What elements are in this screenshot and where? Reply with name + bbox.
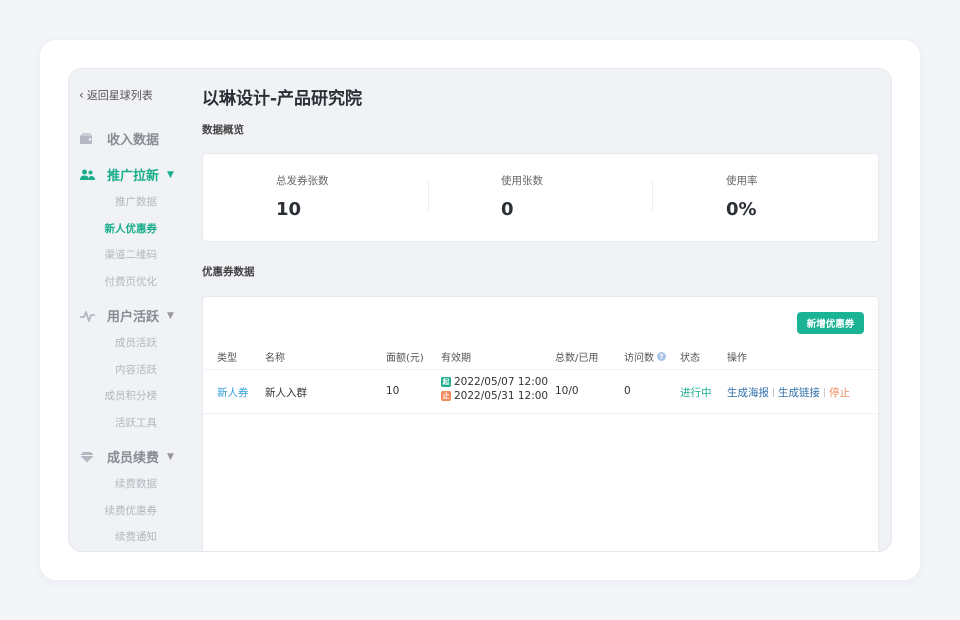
sidebar-section-activity[interactable]: 用户活跃 ▼ xyxy=(79,306,174,325)
divider xyxy=(652,180,653,212)
sidebar-item-points-ranking[interactable]: 成员积分榜 xyxy=(69,388,189,403)
sidebar-section-label: 成员续费 xyxy=(107,451,160,466)
cell-visits: 0 xyxy=(624,385,631,397)
validity-start: 起 2022/05/07 12:00 xyxy=(441,376,549,388)
sidebar-item-channel-qrcode[interactable]: 渠道二维码 xyxy=(69,247,189,262)
validity-end: 止 2022/05/31 12:00 xyxy=(441,390,549,402)
column-header-status: 状态 xyxy=(680,353,700,364)
coupon-panel: 新增优惠券 类型 名称 面额(元) 有效期 总数/已用 访问数 ? 状态 操作 … xyxy=(202,296,879,551)
sidebar-section-label: 推广拉新 xyxy=(107,169,160,184)
sidebar-item-content-activity[interactable]: 内容活跃 xyxy=(69,362,189,377)
cell-total-used: 10/0 xyxy=(555,385,579,397)
sidebar-section-income[interactable]: 收入数据 xyxy=(79,129,159,148)
overview-card: 总发券张数 10 使用张数 0 使用率 0% xyxy=(202,153,879,242)
generate-poster-link[interactable]: 生成海报 xyxy=(727,385,769,400)
app-window: ‹ 返回星球列表 收入数据 推广拉新 ▼ 推广数据 新人优惠券 渠道二维码 付费… xyxy=(68,68,892,552)
page-title: 以琳设计-产品研究院 xyxy=(202,89,363,109)
caret-down-icon: ▼ xyxy=(167,451,174,462)
cell-validity: 起 2022/05/07 12:00 止 2022/05/31 12:00 xyxy=(441,376,548,402)
stat-label: 使用率 xyxy=(726,175,758,187)
end-date-icon: 止 xyxy=(441,391,451,401)
table-row: 新人券 新人入群 10 起 2022/05/07 12:00 止 2022/05… xyxy=(203,369,878,414)
sidebar-item-promo-data[interactable]: 推广数据 xyxy=(69,194,189,209)
cell-name: 新人入群 xyxy=(265,387,307,399)
coupon-section-label: 优惠券数据 xyxy=(202,266,255,278)
sidebar-item-new-user-coupon[interactable]: 新人优惠券 xyxy=(69,221,189,236)
sidebar-item-renewal-coupon[interactable]: 续费优惠券 xyxy=(69,503,189,518)
column-header-visits: 访问数 ? xyxy=(624,349,666,364)
sidebar-section-label: 用户活跃 xyxy=(107,310,160,325)
separator: | xyxy=(772,387,776,398)
sidebar-section-label: 收入数据 xyxy=(107,133,160,148)
back-to-list-link[interactable]: ‹ 返回星球列表 xyxy=(79,87,153,103)
cell-amount: 10 xyxy=(386,385,400,397)
stat-value: 0% xyxy=(726,199,757,220)
overview-section-label: 数据概览 xyxy=(202,124,244,136)
stat-value: 0 xyxy=(501,199,514,220)
stop-coupon-link[interactable]: 停止 xyxy=(829,385,850,400)
cell-actions: 生成海报 | 生成链接 | 停止 xyxy=(727,385,850,400)
column-header-amount: 面额(元) xyxy=(386,353,424,364)
cell-type[interactable]: 新人券 xyxy=(217,385,249,400)
separator: | xyxy=(823,387,827,398)
column-header-total-used: 总数/已用 xyxy=(555,353,599,364)
pulse-icon xyxy=(79,308,95,324)
caret-down-icon: ▼ xyxy=(167,169,174,180)
generate-link-link[interactable]: 生成链接 xyxy=(778,385,820,400)
wallet-icon xyxy=(79,131,95,147)
sidebar: ‹ 返回星球列表 收入数据 推广拉新 ▼ 推广数据 新人优惠券 渠道二维码 付费… xyxy=(69,69,189,551)
sidebar-section-renewal[interactable]: 成员续费 ▼ xyxy=(79,447,174,466)
column-header-type: 类型 xyxy=(217,353,237,364)
sidebar-item-renewal-data[interactable]: 续费数据 xyxy=(69,476,189,491)
sidebar-item-renewal-notice[interactable]: 续费通知 xyxy=(69,529,189,544)
start-date-icon: 起 xyxy=(441,377,451,387)
column-header-validity: 有效期 xyxy=(441,353,471,364)
diamond-icon xyxy=(79,449,95,465)
back-link-label: 返回星球列表 xyxy=(86,89,153,102)
chevron-left-icon: ‹ xyxy=(79,88,84,102)
status-badge: 进行中 xyxy=(680,387,712,399)
add-coupon-button[interactable]: 新增优惠券 xyxy=(797,312,864,334)
column-header-actions: 操作 xyxy=(727,353,747,364)
stat-label: 总发券张数 xyxy=(276,175,329,187)
users-icon xyxy=(79,167,95,183)
divider xyxy=(428,180,429,212)
help-icon[interactable]: ? xyxy=(657,352,666,361)
stat-value: 10 xyxy=(276,199,302,220)
sidebar-item-activity-tools[interactable]: 活跃工具 xyxy=(69,415,189,430)
sidebar-section-promotion[interactable]: 推广拉新 ▼ xyxy=(79,165,174,184)
column-header-name: 名称 xyxy=(265,353,285,364)
caret-down-icon: ▼ xyxy=(167,310,174,321)
sidebar-item-member-activity[interactable]: 成员活跃 xyxy=(69,335,189,350)
sidebar-item-paywall-optimize[interactable]: 付费页优化 xyxy=(69,274,189,289)
stat-label: 使用张数 xyxy=(501,175,543,187)
table-header: 类型 名称 面额(元) 有效期 总数/已用 访问数 ? 状态 操作 xyxy=(203,343,878,369)
